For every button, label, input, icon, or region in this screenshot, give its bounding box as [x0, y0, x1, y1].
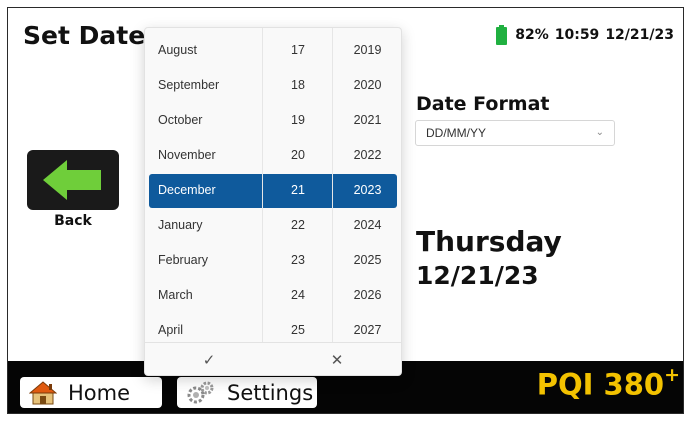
picker-day-item[interactable]: 21 [263, 173, 333, 208]
day-column[interactable]: 17 18 19 20 21 22 23 24 25 [262, 28, 333, 342]
picker-year-item[interactable]: 2026 [333, 278, 401, 313]
current-date: 12/21/23 [416, 261, 539, 290]
picker-day-item[interactable]: 23 [263, 243, 333, 278]
settings-label: Settings [227, 380, 314, 405]
left-arrow-icon [43, 160, 101, 200]
dismiss-button[interactable]: ✕ [273, 343, 401, 375]
back-label: Back [54, 213, 92, 229]
picker-day-item[interactable]: 24 [263, 278, 333, 313]
settings-button[interactable]: Settings [177, 377, 317, 408]
brand-plus: + [664, 364, 680, 386]
picker-month-item[interactable]: January [145, 208, 262, 243]
checkmark-icon: ✓ [202, 350, 216, 369]
picker-year-item[interactable]: 2023 [333, 173, 401, 208]
device-screen: Set Date 82% 10:59 12/21/23 Back Date Fo… [7, 7, 684, 414]
accept-button[interactable]: ✓ [145, 343, 273, 375]
picker-month-item[interactable]: October [145, 103, 262, 138]
status-time: 10:59 [554, 27, 600, 43]
picker-year-item[interactable]: 2022 [333, 138, 401, 173]
picker-year-item[interactable]: 2025 [333, 243, 401, 278]
picker-month-item[interactable]: February [145, 243, 262, 278]
picker-year-item[interactable]: 2021 [333, 103, 401, 138]
date-format-label: Date Format [416, 93, 550, 115]
picker-year-item[interactable]: 2019 [333, 33, 401, 68]
year-column[interactable]: 2019 2020 2021 2022 2023 2024 2025 2026 2027 [332, 28, 401, 342]
brand-name: PQI 380 [536, 367, 665, 402]
status-date: 12/21/23 [605, 27, 674, 43]
picker-day-item[interactable]: 20 [263, 138, 333, 173]
back-button[interactable] [27, 150, 119, 210]
home-button[interactable]: Home [20, 377, 162, 408]
chevron-down-icon: ⌄ [595, 127, 604, 138]
picker-year-item[interactable]: 2024 [333, 208, 401, 243]
picker-month-item[interactable]: August [145, 33, 262, 68]
picker-year-item[interactable]: 2020 [333, 68, 401, 103]
picker-day-item[interactable]: 22 [263, 208, 333, 243]
picker-footer: ✓ ✕ [145, 342, 401, 375]
date-picker-flyout: August September October November December Ja… [144, 27, 402, 376]
day-name: Thursday [416, 225, 562, 258]
picker-month-item[interactable]: December [145, 173, 262, 208]
gears-icon [187, 381, 214, 403]
battery-icon [496, 25, 508, 45]
page-title: Set Date [23, 21, 146, 50]
home-label: Home [68, 380, 131, 405]
picker-month-item[interactable]: September [145, 68, 262, 103]
picker-day-item[interactable]: 18 [263, 68, 333, 103]
date-format-select[interactable]: DD/MM/YY ⌄ [415, 120, 615, 146]
close-icon: ✕ [330, 350, 344, 369]
brand-logo: PQI 380+ [536, 364, 680, 402]
month-column[interactable]: August September October November December Ja… [145, 28, 262, 342]
status-bar: 82% 10:59 12/21/23 [496, 24, 674, 46]
date-format-value: DD/MM/YY [426, 126, 486, 140]
picker-month-item[interactable]: March [145, 278, 262, 313]
picker-month-item[interactable]: November [145, 138, 262, 173]
picker-day-item[interactable]: 19 [263, 103, 333, 138]
home-icon [29, 380, 57, 404]
picker-day-item[interactable]: 17 [263, 33, 333, 68]
battery-percent: 82% [515, 27, 549, 43]
